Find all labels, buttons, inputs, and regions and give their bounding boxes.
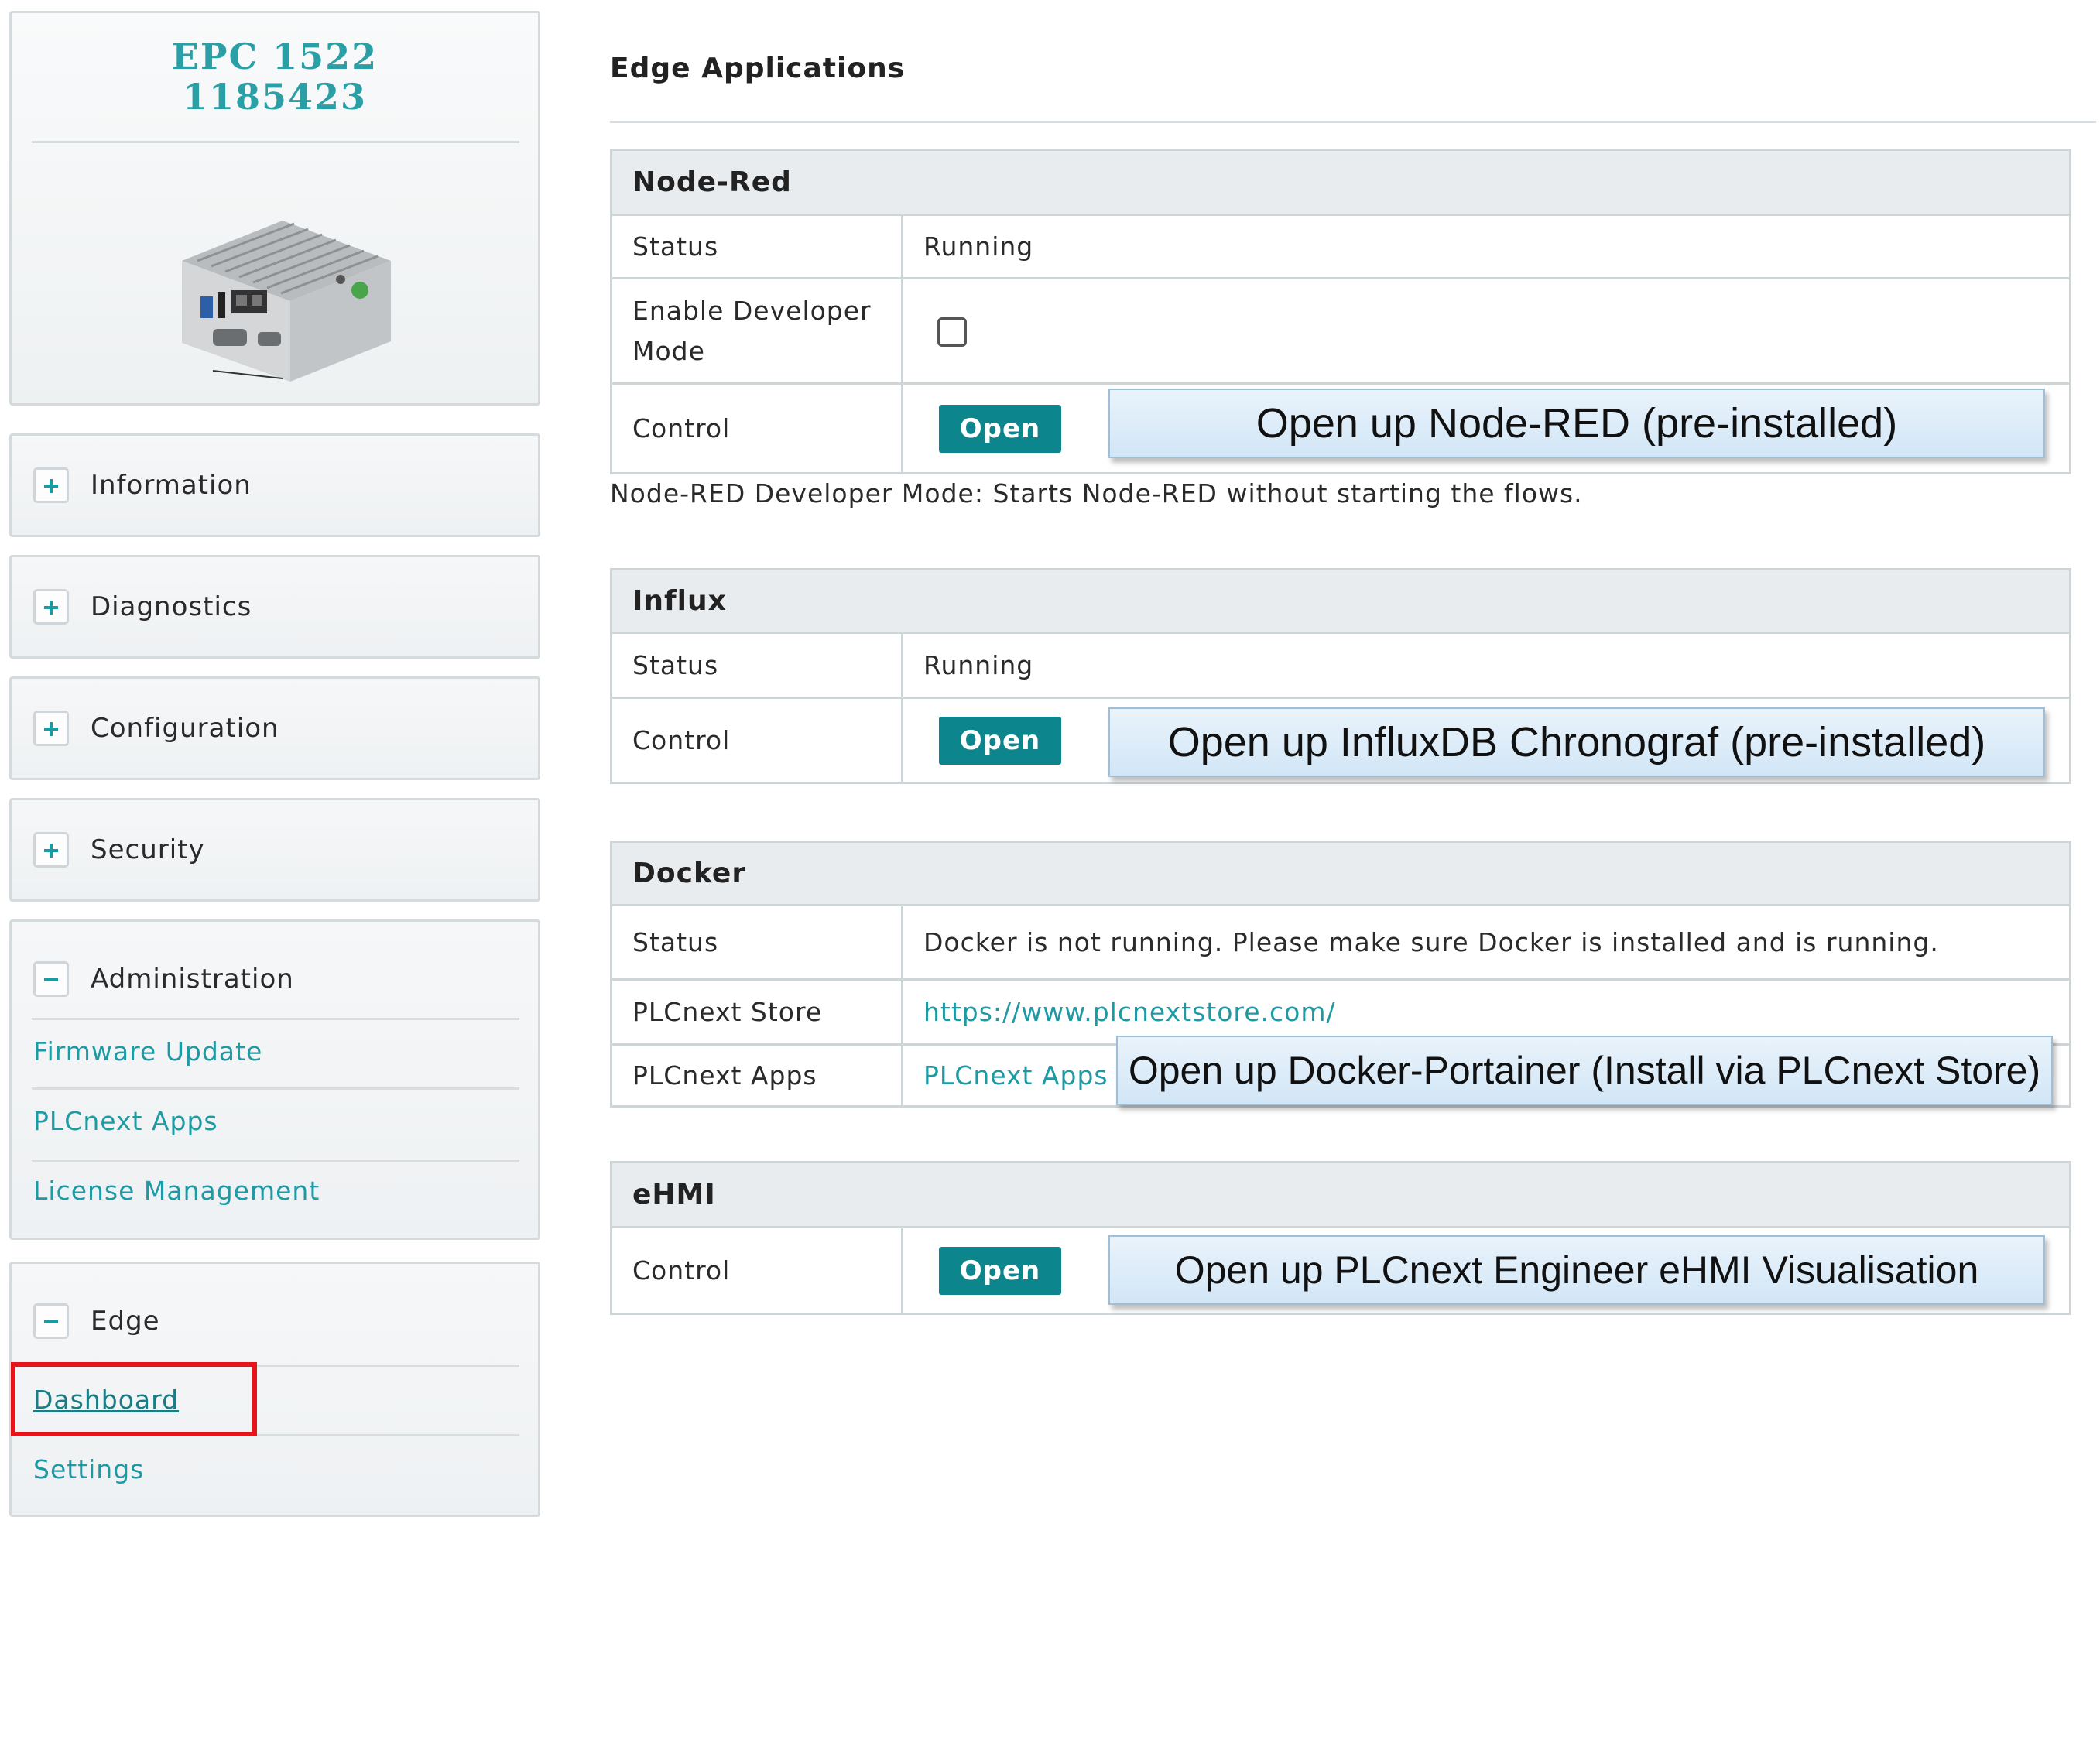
plcnext-apps-label: PLCnext Apps: [610, 1043, 903, 1108]
node-red-header: Node-Red: [610, 149, 2071, 216]
influx-header: Influx: [610, 568, 2071, 634]
divider: [32, 1018, 519, 1020]
sidebar-label-edge: Edge: [91, 1306, 160, 1337]
sidebar-header-configuration[interactable]: Configuration: [33, 707, 279, 750]
sidebar-label-information: Information: [91, 470, 252, 501]
sidebar-section-administration: Administration Firmware Update PLCnext A…: [9, 919, 540, 1240]
sidebar-section-configuration[interactable]: Configuration: [9, 676, 540, 780]
developer-mode-cell: [901, 277, 2071, 385]
plcnext-store-cell: https://www.plcnextstore.com/: [901, 978, 2071, 1046]
expand-plus-icon[interactable]: [33, 711, 69, 746]
docker-callout: Open up Docker-Portainer (Install via PL…: [1116, 1036, 2053, 1105]
docker-header: Docker: [610, 841, 2071, 906]
node-red-open-button[interactable]: Open: [939, 404, 1061, 453]
device-title: EPC 1522 1185423: [12, 36, 538, 117]
control-label: Control: [610, 697, 903, 784]
developer-mode-note: Node-RED Developer Mode: Starts Node-RED…: [610, 478, 1583, 508]
influx-status-value: Running: [901, 632, 2071, 699]
expand-plus-icon[interactable]: [33, 467, 69, 503]
device-divider: [32, 141, 519, 143]
sidebar-header-edge[interactable]: Edge: [33, 1299, 160, 1343]
sidebar-link-plcnext-apps[interactable]: PLCnext Apps: [33, 1106, 218, 1136]
ehmi-header: eHMI: [610, 1161, 2071, 1228]
collapse-minus-icon[interactable]: [33, 961, 69, 997]
status-label: Status: [610, 214, 903, 279]
sidebar-header-administration[interactable]: Administration: [33, 957, 294, 1001]
control-label: Control: [610, 1226, 903, 1315]
expand-plus-icon[interactable]: [33, 832, 69, 868]
plcnext-store-link[interactable]: https://www.plcnextstore.com/: [923, 997, 1336, 1027]
device-model: EPC 1522: [171, 36, 379, 77]
sidebar-header-diagnostics[interactable]: Diagnostics: [33, 585, 252, 628]
sidebar-link-settings[interactable]: Settings: [33, 1454, 144, 1484]
control-label: Control: [610, 382, 903, 474]
influx-open-button[interactable]: Open: [939, 716, 1061, 765]
expand-plus-icon[interactable]: [33, 589, 69, 625]
influx-callout: Open up InfluxDB Chronograf (pre-install…: [1108, 707, 2045, 777]
divider: [32, 1160, 519, 1162]
sidebar-section-security[interactable]: Security: [9, 798, 540, 902]
status-label: Status: [610, 632, 903, 699]
developer-mode-label: Enable Developer Mode: [610, 277, 903, 385]
collapse-minus-icon[interactable]: [33, 1303, 69, 1339]
sidebar-label-diagnostics: Diagnostics: [91, 591, 252, 622]
sidebar-label-administration: Administration: [91, 964, 294, 995]
sidebar-link-firmware-update[interactable]: Firmware Update: [33, 1036, 262, 1067]
ehmi-open-button[interactable]: Open: [939, 1246, 1061, 1295]
status-label: Status: [610, 904, 903, 981]
sidebar-section-information[interactable]: Information: [9, 433, 540, 537]
docker-status-value: Docker is not running. Please make sure …: [901, 904, 2071, 981]
plcnext-apps-link[interactable]: PLCnext Apps: [923, 1060, 1108, 1091]
divider: [32, 1087, 519, 1090]
sidebar-label-security: Security: [91, 834, 205, 865]
sidebar-header-security[interactable]: Security: [33, 828, 205, 871]
sidebar-label-configuration: Configuration: [91, 713, 279, 744]
title-divider: [610, 121, 2096, 123]
developer-mode-checkbox[interactable]: [937, 317, 967, 347]
dashboard-highlight-box: [11, 1362, 257, 1436]
page-title: Edge Applications: [610, 53, 906, 84]
plcnext-store-label: PLCnext Store: [610, 978, 903, 1046]
sidebar-link-license-management[interactable]: License Management: [33, 1176, 320, 1206]
node-red-callout: Open up Node-RED (pre-installed): [1108, 389, 2045, 458]
node-red-status-value: Running: [901, 214, 2071, 279]
device-panel: EPC 1522 1185423: [9, 11, 540, 406]
ehmi-callout: Open up PLCnext Engineer eHMI Visualisat…: [1108, 1235, 2045, 1305]
device-order-number: 1185423: [182, 76, 368, 118]
sidebar-section-diagnostics[interactable]: Diagnostics: [9, 555, 540, 659]
sidebar-header-information[interactable]: Information: [33, 464, 252, 507]
industrial-pc-image: [182, 221, 391, 382]
